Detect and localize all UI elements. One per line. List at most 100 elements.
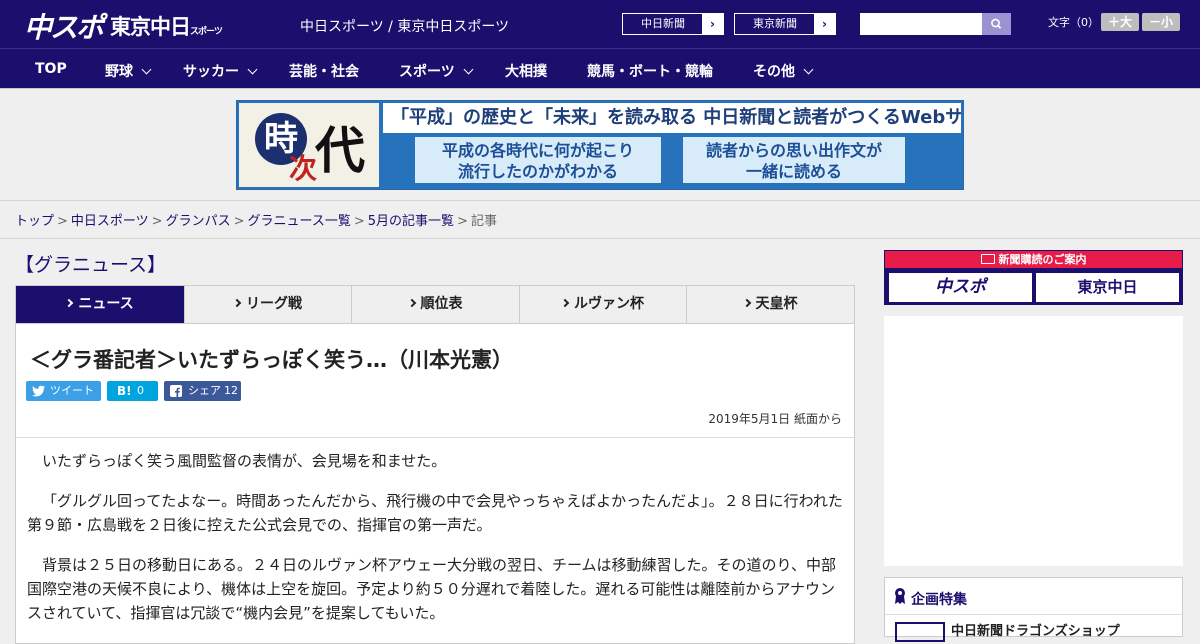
nav-item-baseball[interactable]: 野球 — [105, 61, 152, 81]
breadcrumb: トップ > 中日スポーツ > グランパス > グラニュース一覧 >5月の記事一覧 > 記事 — [15, 210, 497, 229]
nav-item-entertainment[interactable]: 芸能・社会 — [289, 61, 359, 81]
chevron-down-icon — [803, 64, 814, 75]
breadcrumb-gra-news-list[interactable]: グラニュース一覧 — [248, 214, 351, 229]
chevron-down-icon — [247, 64, 258, 75]
breadcrumb-separator: > — [57, 214, 68, 229]
tokyo-shimbun-label: 東京新聞 — [753, 17, 797, 30]
sidebar-ad-slot — [884, 316, 1183, 566]
article: ＜グラ番記者＞いたずらっぽく笑う…（川本光憲） ツイート B! 0 シェア 12… — [15, 324, 855, 644]
tokyo-chunichi-logo-text: 東京中日 — [110, 15, 191, 39]
chevron-right-icon — [232, 298, 242, 308]
banner-logo-area: 時 次 代 — [239, 103, 379, 187]
subscription-banner[interactable]: 新聞購読のご案内 中スポ 東京中日 — [884, 250, 1183, 305]
banner-box-memories-line1: 読者からの思い出作文が — [705, 141, 882, 160]
tab-standings[interactable]: 順位表 — [352, 286, 520, 323]
chevron-down-icon — [141, 64, 152, 75]
article-paragraph: いたずらっぽく笑う風間監督の表情が、会見場を和ませた。 — [42, 452, 447, 470]
chevron-right-icon — [742, 298, 751, 308]
article-paragraph: 「グルグル回ってたよなー。時間あったんだから、飛行機の中で会見やっちゃえばよかっ… — [27, 492, 843, 534]
hatena-bookmark-button[interactable]: B! 0 — [107, 381, 158, 401]
banner-kanji-ji: 次 — [289, 152, 318, 185]
dragons-shop-thumbnail[interactable] — [895, 622, 945, 642]
banner-box-history-line2: 流行したのかがわかる — [457, 162, 618, 181]
banner-kanji-dai: 代 — [315, 122, 365, 180]
breadcrumb-top[interactable]: トップ — [15, 214, 54, 229]
font-size-label: 文字（0） — [1048, 16, 1099, 29]
nav-item-other[interactable]: その他 — [753, 61, 814, 81]
newspaper-icon — [980, 254, 995, 264]
nav-item-sumo-label: 大相撲 — [505, 64, 547, 80]
article-paragraph: 背景は２５日の移動日にある。２４日のルヴァン杯アウェー大分戦の翌日、チームは移動… — [27, 556, 836, 622]
tokyo-chunichi-logo-sub: スポーツ — [190, 27, 223, 37]
chevron-right-icon: › — [702, 14, 723, 34]
breadcrumb-grampus[interactable]: グランパス — [166, 214, 231, 229]
divider — [16, 437, 854, 438]
font-larger-button[interactable]: ＋大 — [1101, 13, 1139, 31]
feature-box: 企画特集 中日新聞ドラゴンズショップ — [884, 577, 1183, 642]
divider — [885, 614, 1182, 615]
tab-league[interactable]: リーグ戦 — [185, 286, 352, 323]
subscription-title-bar: 新聞購読のご案内 — [885, 251, 1182, 268]
breadcrumb-separator: > — [151, 214, 163, 229]
tokyo-chunichi-logo[interactable]: 東京中日スポーツ — [110, 11, 223, 41]
search-button[interactable] — [982, 13, 1011, 35]
nav-item-sports-label: スポーツ — [399, 64, 455, 80]
nav-item-racing-label: 競馬・ボート・競輪 — [587, 64, 713, 80]
nav-item-soccer-label: サッカー — [183, 64, 239, 80]
banner-box-memories: 読者からの思い出作文が 一緒に読める — [683, 137, 905, 183]
hatena-count: 0 — [137, 384, 144, 397]
nav-item-sports[interactable]: スポーツ — [399, 61, 474, 81]
chevron-right-icon — [65, 298, 74, 308]
search-input[interactable] — [860, 13, 982, 35]
tab-emperors-cup-label: 天皇杯 — [755, 296, 798, 312]
divider — [0, 238, 1200, 239]
hatena-b-icon: B! — [117, 384, 132, 398]
breadcrumb-chunichi-sports[interactable]: 中日スポーツ — [71, 214, 149, 229]
tab-emperors-cup[interactable]: 天皇杯 — [687, 286, 854, 323]
tab-league-label: リーグ戦 — [246, 296, 302, 312]
tab-news-label: ニュース — [78, 296, 134, 312]
nav-item-other-label: その他 — [753, 64, 795, 80]
breadcrumb-may-articles[interactable]: 5月の記事一覧 — [368, 214, 454, 229]
nav-item-entertainment-label: 芸能・社会 — [289, 64, 359, 80]
banner-box-history: 平成の各時代に何が起こり 流行したのかがわかる — [415, 137, 661, 183]
subscription-logo-tokyo-chunichi: 東京中日 — [1036, 273, 1179, 302]
facebook-share-count: 12 — [224, 384, 238, 397]
nav-item-racing[interactable]: 競馬・ボート・競輪 — [587, 61, 713, 81]
site-header: 中スポ 東京中日スポーツ 中日スポーツ / 東京中日スポーツ 中日新聞 › 東京… — [0, 0, 1200, 48]
breadcrumb-current: 記事 — [470, 214, 497, 229]
jidai-banner-ad[interactable]: 時 次 代 「平成」の歴史と「未来」を読み取る 中日新聞と読者がつくるWebサイ… — [236, 100, 964, 190]
main-column: 【グラニュース】 ニュース リーグ戦 順位表 ルヴァン杯 天皇杯 ＜グラ番記者＞… — [15, 250, 855, 644]
font-smaller-button[interactable]: －小 — [1142, 13, 1180, 31]
global-nav: TOP 野球 サッカー 芸能・社会 スポーツ 大相撲 競馬・ボート・競輪 その他 — [0, 48, 1200, 89]
section-title: 【グラニュース】 — [15, 254, 167, 276]
chunichi-shimbun-button[interactable]: 中日新聞 › — [622, 13, 724, 35]
chuspo-logo[interactable]: 中スポ — [24, 6, 104, 46]
tab-standings-label: 順位表 — [420, 296, 463, 312]
site-title[interactable]: 中日スポーツ / 東京中日スポーツ — [300, 16, 509, 36]
nav-item-baseball-label: 野球 — [105, 64, 133, 80]
category-tabs: ニュース リーグ戦 順位表 ルヴァン杯 天皇杯 — [15, 285, 855, 324]
tab-levain-cup[interactable]: ルヴァン杯 — [520, 286, 687, 323]
banner-headline: 「平成」の歴史と「未来」を読み取る 中日新聞と読者がつくるWebサイト — [383, 103, 961, 133]
breadcrumb-separator: > — [353, 214, 365, 229]
facebook-icon — [170, 385, 182, 397]
chevron-right-icon — [560, 298, 570, 308]
article-date: 2019年5月1日 紙面から — [708, 412, 842, 426]
tweet-label: ツイート — [50, 384, 94, 397]
nav-item-top[interactable]: TOP — [35, 61, 67, 77]
twitter-bird-icon — [32, 385, 45, 397]
tab-levain-cup-label: ルヴァン杯 — [574, 296, 644, 312]
article-title: ＜グラ番記者＞いたずらっぽく笑う…（川本光憲） — [30, 348, 513, 372]
chevron-down-icon — [463, 64, 474, 75]
facebook-share-button[interactable]: シェア 12 — [164, 381, 241, 401]
feature-title: 企画特集 — [911, 592, 967, 608]
tweet-button[interactable]: ツイート — [26, 381, 101, 401]
chevron-right-icon — [407, 298, 416, 308]
tab-news[interactable]: ニュース — [16, 286, 185, 323]
nav-item-soccer[interactable]: サッカー — [183, 61, 258, 81]
search-icon — [991, 18, 1002, 29]
tokyo-shimbun-button[interactable]: 東京新聞 › — [734, 13, 836, 35]
divider — [0, 200, 1200, 201]
nav-item-sumo[interactable]: 大相撲 — [505, 61, 547, 81]
